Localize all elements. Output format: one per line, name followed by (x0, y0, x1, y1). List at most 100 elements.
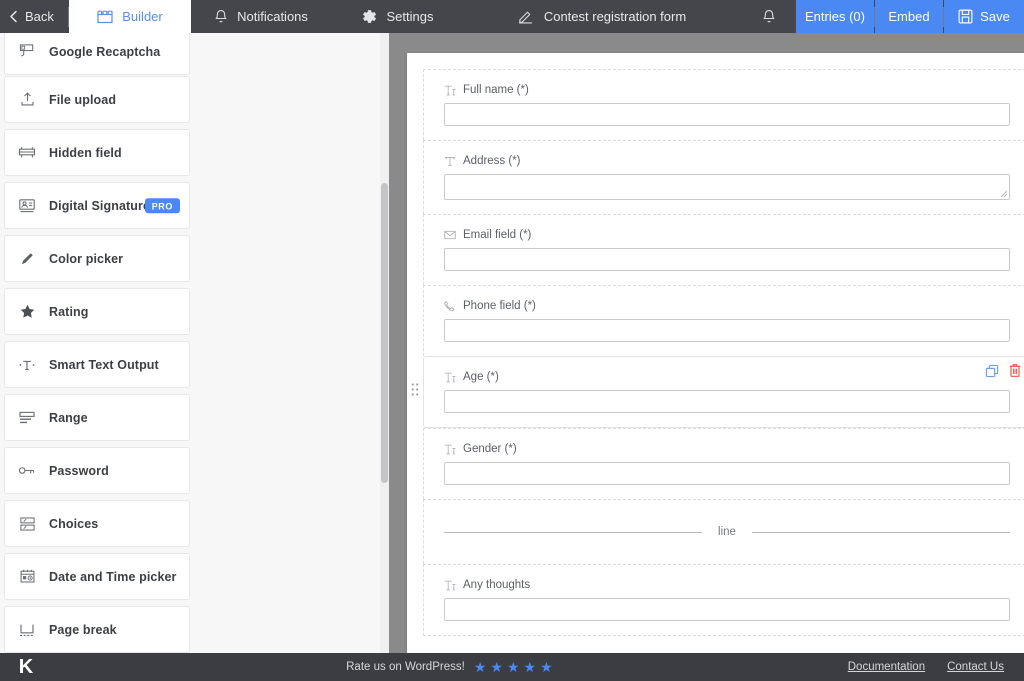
field-card-digital-signature[interactable]: Digital Signature PRO (4, 182, 190, 229)
back-button[interactable]: Back (0, 0, 68, 33)
pro-badge: PRO (144, 197, 180, 214)
tab-notifications-label: Notifications (237, 9, 308, 24)
rating-stars[interactable]: ★ ★ ★ ★ ★ (474, 659, 554, 676)
hidden-field-icon (17, 146, 37, 160)
envelope-icon (444, 230, 456, 240)
divider-row: line (424, 500, 1024, 564)
field-card-rating[interactable]: Rating (4, 288, 190, 335)
field-card-label: Color picker (49, 251, 124, 266)
form-field-email[interactable]: Email field (*) (423, 214, 1024, 285)
top-bar: Back Builder Notifications Settings Cont… (0, 0, 1024, 33)
star-icon[interactable]: ★ (540, 659, 554, 676)
tab-builder[interactable]: Builder (69, 0, 191, 33)
contact-us-link[interactable]: Contact Us (947, 661, 1004, 673)
bell-icon (762, 9, 776, 25)
field-label-row: Address (*) (444, 155, 1010, 167)
notifications-bell-button[interactable] (742, 0, 796, 33)
entries-label: Entries (0) (805, 9, 865, 24)
field-label-row: Phone field (*) (444, 300, 1010, 312)
form-title: Contest registration form (543, 9, 687, 24)
tab-notifications[interactable]: Notifications (191, 0, 331, 33)
gender-input[interactable] (444, 462, 1010, 485)
app-root: Back Builder Notifications Settings Cont… (0, 0, 1024, 681)
trash-icon[interactable] (1008, 363, 1022, 383)
star-icon[interactable]: ★ (524, 659, 538, 676)
text-field-icon (444, 372, 456, 383)
address-textarea[interactable] (444, 174, 1010, 200)
age-input[interactable] (444, 390, 1010, 413)
form-field-gender[interactable]: Gender (*) (423, 428, 1024, 499)
range-icon (17, 410, 37, 426)
phone-input[interactable] (444, 319, 1010, 342)
field-card-label: Page break (49, 622, 117, 637)
duplicate-icon[interactable] (985, 364, 999, 383)
field-card-label: File upload (49, 92, 117, 107)
page-break-icon (17, 623, 37, 637)
chevron-left-icon (8, 10, 19, 23)
sidebar-scrollbar[interactable] (380, 33, 389, 653)
documentation-link[interactable]: Documentation (848, 661, 925, 673)
full-name-input[interactable] (444, 103, 1010, 126)
divider-label: line (718, 526, 736, 538)
star-icon (17, 303, 37, 320)
field-card-file-upload[interactable]: File upload (4, 76, 190, 123)
tab-builder-label: Builder (122, 9, 163, 24)
field-card-label: Password (49, 463, 109, 478)
field-card-password[interactable]: Password (4, 447, 190, 494)
field-card-label: Smart Text Output (49, 357, 159, 372)
kali-forms-logo: K (18, 655, 34, 678)
field-label-row: Gender (*) (444, 443, 1010, 455)
field-label: Any thoughts (463, 579, 531, 591)
text-field-icon (444, 580, 456, 591)
star-icon[interactable]: ★ (490, 659, 504, 676)
back-label: Back (25, 9, 54, 24)
choices-icon (17, 516, 37, 532)
email-input[interactable] (444, 248, 1010, 271)
field-card-choices[interactable]: Choices (4, 500, 190, 547)
footer-links: Documentation Contact Us (848, 661, 1024, 673)
recaptcha-icon (17, 43, 37, 60)
edit-pencil-icon (517, 8, 534, 25)
field-card-label: Google Recaptcha (49, 44, 161, 59)
field-card-date-time-picker[interactable]: Date and Time picker (4, 553, 190, 600)
star-icon[interactable]: ★ (507, 659, 521, 676)
field-label-row: Email field (*) (444, 229, 1010, 241)
field-card-label: Choices (49, 516, 99, 531)
field-card-google-recaptcha[interactable]: Google Recaptcha (4, 33, 190, 75)
embed-button[interactable]: Embed (875, 0, 943, 33)
field-card-color-picker[interactable]: Color picker (4, 235, 190, 282)
form-preview-card: Full name (*) Address (*) Email field (*… (407, 53, 1024, 653)
signature-icon (17, 198, 37, 214)
drag-dots-icon[interactable] (411, 383, 419, 402)
form-field-line-divider[interactable]: line (423, 499, 1024, 564)
form-field-age[interactable]: Age (*) (411, 356, 1024, 428)
form-canvas: Full name (*) Address (*) Email field (*… (389, 33, 1024, 653)
sidebar-scrollbar-thumb[interactable] (381, 183, 388, 483)
text-field-icon (444, 444, 456, 455)
entries-button[interactable]: Entries (0) (796, 0, 874, 33)
field-card-smart-text-output[interactable]: Smart Text Output (4, 341, 190, 388)
form-field-address[interactable]: Address (*) (423, 140, 1024, 214)
field-card-label: Range (49, 410, 88, 425)
field-label: Phone field (*) (463, 300, 536, 312)
field-label: Age (*) (463, 371, 499, 383)
form-field-any-thoughts[interactable]: Any thoughts (423, 564, 1024, 636)
form-field-full-name[interactable]: Full name (*) (423, 69, 1024, 140)
field-label-row: Full name (*) (444, 84, 1010, 96)
field-card-hidden-field[interactable]: Hidden field (4, 129, 190, 176)
gear-icon (359, 7, 378, 26)
field-card-range[interactable]: Range (4, 394, 190, 441)
any-thoughts-input[interactable] (444, 598, 1010, 621)
phone-icon (444, 300, 456, 312)
star-icon[interactable]: ★ (474, 659, 488, 676)
field-card-label: Date and Time picker (49, 569, 177, 584)
embed-label: Embed (888, 9, 930, 24)
pen-icon (17, 250, 37, 267)
form-title-area[interactable]: Contest registration form (461, 0, 742, 33)
field-card-page-break[interactable]: Page break (4, 606, 190, 653)
rate-us-area: Rate us on WordPress! ★ ★ ★ ★ ★ (52, 659, 848, 676)
tab-settings[interactable]: Settings (331, 0, 461, 33)
key-icon (17, 464, 37, 477)
save-button[interactable]: Save (944, 0, 1024, 33)
form-field-phone[interactable]: Phone field (*) (423, 285, 1024, 356)
